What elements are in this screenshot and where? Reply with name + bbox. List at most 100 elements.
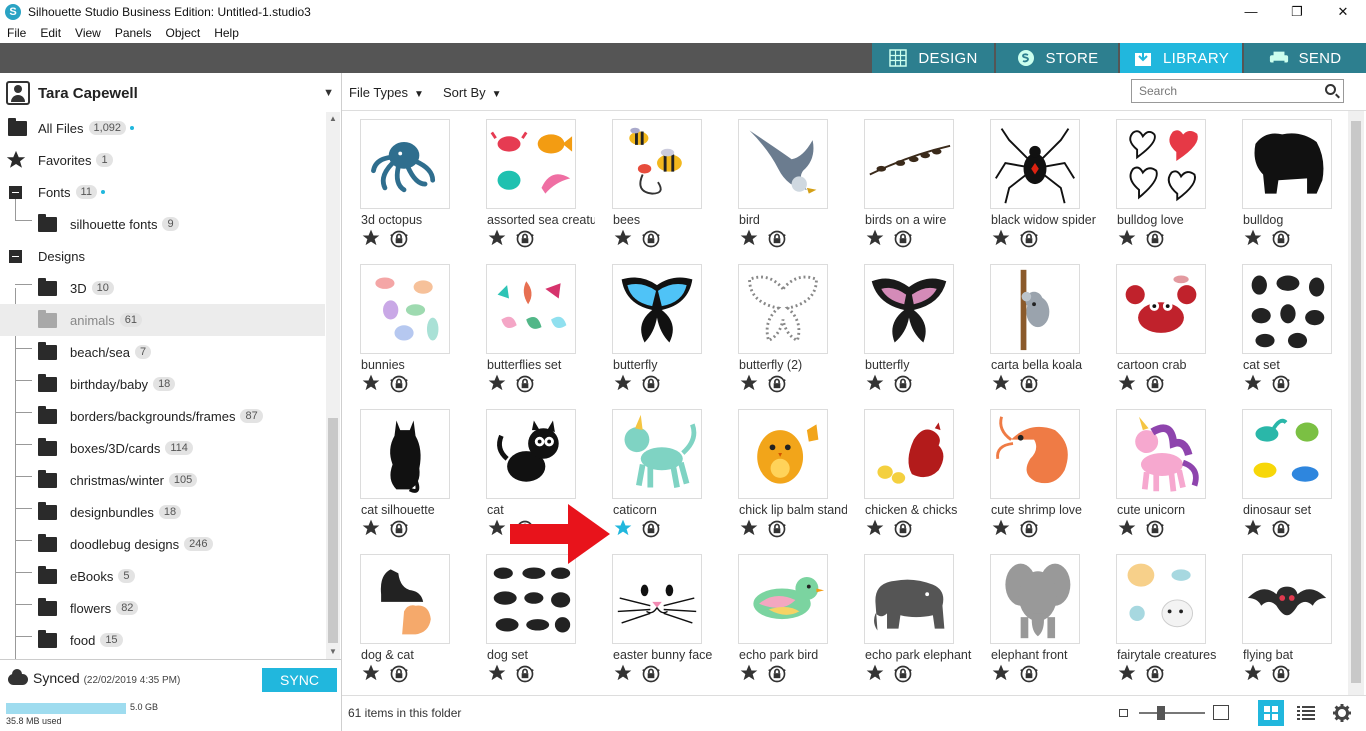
sidebar-item-animals[interactable]: animals 61 bbox=[0, 304, 325, 336]
library-item[interactable]: cat silhouette bbox=[342, 401, 462, 541]
sidebar-item-3d[interactable]: 3D 10 bbox=[0, 272, 325, 304]
library-item[interactable]: echo park bird bbox=[720, 546, 840, 686]
favorite-star-icon[interactable] bbox=[739, 373, 759, 393]
favorite-star-icon[interactable] bbox=[613, 663, 633, 683]
menu-edit[interactable]: Edit bbox=[33, 26, 68, 40]
cloud-sync-lock-icon[interactable] bbox=[1145, 664, 1165, 684]
favorite-star-icon[interactable] bbox=[1243, 518, 1263, 538]
favorite-star-icon[interactable] bbox=[1117, 228, 1137, 248]
design-thumbnail[interactable] bbox=[990, 409, 1080, 499]
sidebar-item-ebooks[interactable]: eBooks 5 bbox=[0, 560, 325, 592]
library-item[interactable]: cute unicorn bbox=[1098, 401, 1218, 541]
thumbnail-size-slider[interactable] bbox=[1119, 704, 1229, 724]
library-item[interactable]: dinosaur set bbox=[1224, 401, 1344, 541]
favorite-star-icon[interactable] bbox=[613, 518, 633, 538]
cloud-sync-lock-icon[interactable] bbox=[641, 664, 661, 684]
design-thumbnail[interactable] bbox=[486, 264, 576, 354]
search-icon[interactable] bbox=[1325, 84, 1336, 95]
library-item[interactable]: cartoon crab bbox=[1098, 256, 1218, 396]
sidebar-item-flowers[interactable]: flowers 82 bbox=[0, 592, 325, 624]
favorite-star-icon[interactable] bbox=[361, 373, 381, 393]
cloud-sync-lock-icon[interactable] bbox=[389, 229, 409, 249]
favorite-star-icon[interactable] bbox=[613, 228, 633, 248]
favorite-star-icon[interactable] bbox=[991, 373, 1011, 393]
sidebar-item-favorites[interactable]: Favorites 1 bbox=[0, 144, 325, 176]
list-view-button[interactable] bbox=[1293, 700, 1319, 726]
design-thumbnail[interactable] bbox=[1242, 264, 1332, 354]
maximize-button[interactable]: ❐ bbox=[1274, 0, 1320, 23]
user-row[interactable]: Tara Capewell ▼ bbox=[0, 77, 340, 109]
library-item[interactable]: 3d octopus bbox=[342, 111, 462, 251]
library-item[interactable]: black widow spider bbox=[972, 111, 1096, 251]
favorite-star-icon[interactable] bbox=[865, 228, 885, 248]
cloud-sync-lock-icon[interactable] bbox=[1271, 229, 1291, 249]
design-thumbnail[interactable] bbox=[738, 264, 828, 354]
library-item[interactable]: butterfly bbox=[594, 256, 714, 396]
library-item[interactable]: flying bat bbox=[1224, 546, 1344, 686]
design-thumbnail[interactable] bbox=[612, 119, 702, 209]
design-thumbnail[interactable] bbox=[612, 409, 702, 499]
cloud-sync-lock-icon[interactable] bbox=[641, 229, 661, 249]
library-item[interactable]: birds on a wire bbox=[846, 111, 966, 251]
close-button[interactable]: ✕ bbox=[1320, 0, 1366, 23]
sync-button[interactable]: SYNC bbox=[262, 668, 337, 692]
design-thumbnail[interactable] bbox=[1116, 554, 1206, 644]
chevron-down-icon[interactable]: ▼ bbox=[323, 87, 334, 99]
favorite-star-icon[interactable] bbox=[361, 518, 381, 538]
cloud-sync-lock-icon[interactable] bbox=[1145, 519, 1165, 539]
search-input[interactable] bbox=[1131, 79, 1344, 103]
menu-object[interactable]: Object bbox=[159, 26, 208, 40]
cloud-sync-lock-icon[interactable] bbox=[641, 519, 661, 539]
library-item[interactable]: butterfly bbox=[846, 256, 966, 396]
design-thumbnail[interactable] bbox=[1242, 554, 1332, 644]
design-thumbnail[interactable] bbox=[864, 119, 954, 209]
design-thumbnail[interactable] bbox=[486, 119, 576, 209]
grid-scrollbar[interactable] bbox=[1348, 111, 1364, 695]
sidebar-item-beach-sea[interactable]: beach/sea 7 bbox=[0, 336, 325, 368]
design-thumbnail[interactable] bbox=[360, 264, 450, 354]
menu-help[interactable]: Help bbox=[207, 26, 246, 40]
design-thumbnail[interactable] bbox=[1116, 264, 1206, 354]
favorite-star-icon[interactable] bbox=[361, 663, 381, 683]
tab-store[interactable]: STORE bbox=[994, 43, 1118, 73]
library-item[interactable]: bird bbox=[720, 111, 840, 251]
cloud-sync-lock-icon[interactable] bbox=[389, 519, 409, 539]
library-item[interactable]: carta bella koala bbox=[972, 256, 1092, 396]
favorite-star-icon[interactable] bbox=[991, 228, 1011, 248]
cloud-sync-lock-icon[interactable] bbox=[1271, 519, 1291, 539]
tab-send[interactable]: SEND bbox=[1242, 43, 1366, 73]
cloud-sync-lock-icon[interactable] bbox=[1019, 664, 1039, 684]
sidebar-item-fonts[interactable]: Fonts 11 bbox=[0, 176, 325, 208]
sidebar-item-all-files[interactable]: All Files 1,092 bbox=[0, 112, 325, 144]
favorite-star-icon[interactable] bbox=[1117, 373, 1137, 393]
library-item[interactable]: chicken & chicks bbox=[846, 401, 966, 541]
sort-by-dropdown[interactable]: Sort By ▼ bbox=[443, 85, 502, 100]
library-item[interactable]: caticorn bbox=[594, 401, 714, 541]
cloud-sync-lock-icon[interactable] bbox=[1019, 229, 1039, 249]
collapse-icon[interactable] bbox=[9, 186, 22, 199]
sidebar-item-birthday-baby[interactable]: birthday/baby 18 bbox=[0, 368, 325, 400]
slider-handle[interactable] bbox=[1157, 706, 1165, 720]
grid-view-button[interactable] bbox=[1258, 700, 1284, 726]
cloud-sync-lock-icon[interactable] bbox=[893, 374, 913, 394]
favorite-star-icon[interactable] bbox=[1117, 663, 1137, 683]
cloud-sync-lock-icon[interactable] bbox=[893, 229, 913, 249]
scrollbar-thumb[interactable] bbox=[1351, 121, 1361, 683]
tab-design[interactable]: DESIGN bbox=[870, 43, 994, 73]
design-thumbnail[interactable] bbox=[864, 554, 954, 644]
design-thumbnail[interactable] bbox=[864, 264, 954, 354]
settings-button[interactable] bbox=[1329, 700, 1355, 726]
cloud-sync-lock-icon[interactable] bbox=[515, 374, 535, 394]
favorite-star-icon[interactable] bbox=[1117, 518, 1137, 538]
favorite-star-icon[interactable] bbox=[865, 518, 885, 538]
library-item[interactable]: echo park elephant bbox=[846, 546, 971, 686]
cloud-sync-lock-icon[interactable] bbox=[515, 664, 535, 684]
library-item[interactable]: butterfly (2) bbox=[720, 256, 840, 396]
sidebar-scrollbar[interactable]: ▲ ▼ bbox=[326, 112, 340, 659]
favorite-star-icon[interactable] bbox=[361, 228, 381, 248]
design-thumbnail[interactable] bbox=[1242, 119, 1332, 209]
favorite-star-icon[interactable] bbox=[1243, 663, 1263, 683]
design-thumbnail[interactable] bbox=[990, 264, 1080, 354]
file-types-dropdown[interactable]: File Types ▼ bbox=[349, 85, 424, 100]
cloud-sync-lock-icon[interactable] bbox=[389, 664, 409, 684]
